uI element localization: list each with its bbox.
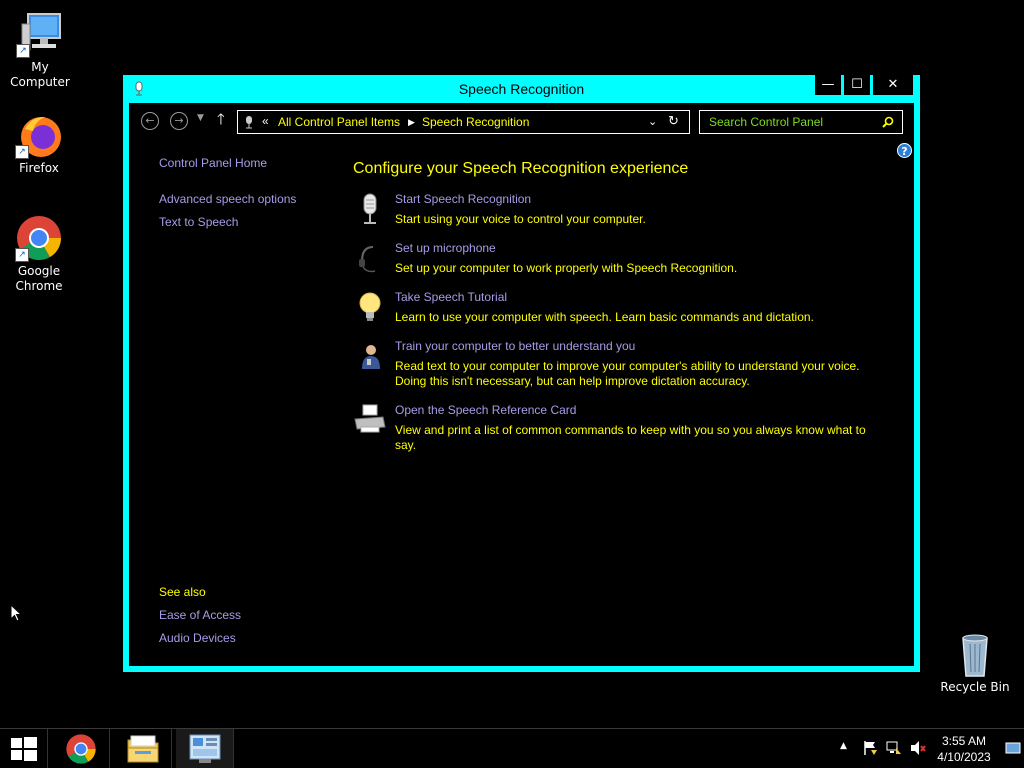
task-description: Learn to use your computer with speech. …	[395, 310, 814, 324]
desktop-icon-label: Firefox	[19, 161, 59, 175]
taskbar-control-panel[interactable]	[176, 729, 234, 768]
see-also-heading: See also	[159, 585, 206, 599]
back-button[interactable]: ←	[141, 112, 159, 130]
take-speech-tutorial-link[interactable]: Take Speech Tutorial	[395, 290, 507, 304]
recycle-bin-icon	[951, 630, 999, 678]
taskbar-file-explorer[interactable]	[114, 729, 172, 768]
breadcrumb-speech-recognition[interactable]: Speech Recognition	[422, 115, 529, 129]
headset-icon	[359, 246, 376, 273]
shortcut-arrow-icon: ↗	[16, 44, 30, 58]
volume-muted-icon[interactable]	[910, 740, 926, 756]
chrome-icon	[66, 734, 96, 764]
show-desktop-button[interactable]	[1005, 742, 1021, 754]
text-to-speech-link[interactable]: Text to Speech	[159, 215, 238, 229]
folder-icon	[127, 735, 159, 763]
network-icon[interactable]	[886, 740, 902, 756]
forward-button[interactable]: →	[170, 112, 188, 130]
task-description: Read text to your computer to improve yo…	[395, 359, 860, 388]
breadcrumb-overflow[interactable]: «	[262, 114, 269, 128]
address-bar[interactable]: « All Control Panel Items ▶ Speech Recog…	[237, 110, 690, 134]
desktop-icon-label: Recycle Bin	[940, 680, 1010, 694]
control-panel-home-link[interactable]: Control Panel Home	[159, 156, 267, 170]
mouse-cursor-icon	[10, 604, 22, 622]
up-button[interactable]: 🡑	[217, 111, 225, 127]
user-icon	[362, 345, 380, 369]
desktop-icon-label: My Computer	[10, 60, 70, 89]
train-computer-link[interactable]: Train your computer to better understand…	[395, 339, 635, 353]
task-description: Set up your computer to work properly wi…	[395, 261, 738, 275]
advanced-speech-options-link[interactable]: Advanced speech options	[159, 192, 296, 206]
recent-pages-dropdown[interactable]: ▼	[197, 113, 204, 123]
window-title: Speech Recognition	[458, 81, 585, 97]
action-center-flag-icon[interactable]	[862, 740, 878, 756]
clock-time: 3:55 AM	[941, 734, 987, 748]
page-title: Configure your Speech Recognition experi…	[353, 160, 689, 177]
maximize-button[interactable]: ☐	[844, 75, 870, 95]
clock-date: 4/10/2023	[937, 750, 991, 764]
shortcut-arrow-icon: ↗	[15, 248, 29, 262]
desktop-icon-firefox[interactable]: ↗ Firefox	[0, 111, 79, 176]
desktop-icon-recycle-bin[interactable]: Recycle Bin	[935, 630, 1015, 695]
refresh-icon[interactable]: ↻	[668, 113, 679, 129]
control-panel-icon	[189, 734, 221, 763]
title-bar[interactable]: Speech Recognition — ☐ ✕	[123, 75, 920, 103]
taskbar-chrome[interactable]	[52, 729, 110, 768]
printer-icon	[354, 404, 386, 433]
minimize-button[interactable]: —	[815, 75, 841, 95]
address-dropdown-icon[interactable]: ⌄	[648, 115, 657, 128]
desktop-icon-label: Google Chrome	[15, 264, 63, 293]
search-icon[interactable]	[882, 116, 894, 128]
desktop-icon-chrome[interactable]: ↗ Google Chrome	[0, 214, 79, 294]
audio-devices-link[interactable]: Audio Devices	[159, 631, 236, 645]
help-icon[interactable]: ?	[897, 143, 912, 158]
search-box[interactable]: Search Control Panel	[699, 110, 903, 134]
show-hidden-icons-button[interactable]: ▲	[840, 741, 847, 751]
taskbar: ▲ 3:55 AM 4/10/2023	[0, 728, 1024, 768]
shortcut-arrow-icon: ↗	[15, 145, 29, 159]
firefox-icon: ↗	[15, 111, 63, 159]
desktop-icon-my-computer[interactable]: ↗ My Computer	[0, 10, 80, 90]
set-up-microphone-link[interactable]: Set up microphone	[395, 241, 496, 255]
start-speech-recognition-link[interactable]: Start Speech Recognition	[395, 192, 531, 206]
microphone-icon	[363, 193, 377, 224]
breadcrumb-separator-icon: ▶	[408, 117, 415, 127]
start-button[interactable]	[0, 729, 48, 768]
windows-logo-icon	[11, 737, 37, 761]
task-description: View and print a list of common commands…	[395, 423, 866, 452]
speech-reference-card-link[interactable]: Open the Speech Reference Card	[395, 403, 576, 417]
ease-of-access-link[interactable]: Ease of Access	[159, 608, 241, 622]
close-button[interactable]: ✕	[873, 75, 913, 95]
chrome-icon: ↗	[15, 214, 63, 262]
speech-recognition-window: Speech Recognition — ☐ ✕ ← → ▼ 🡑 « All C…	[123, 75, 920, 672]
task-description: Start using your voice to control your c…	[395, 212, 646, 226]
computer-icon: ↗	[16, 10, 64, 58]
breadcrumb-all-control-panel-items[interactable]: All Control Panel Items	[278, 115, 400, 129]
window-client-area: ← → ▼ 🡑 « All Control Panel Items ▶ Spee…	[129, 103, 914, 666]
lightbulb-icon	[359, 292, 381, 321]
microphone-icon	[246, 116, 252, 129]
system-clock[interactable]: 3:55 AM 4/10/2023	[934, 733, 994, 765]
search-input[interactable]: Search Control Panel	[709, 115, 823, 129]
